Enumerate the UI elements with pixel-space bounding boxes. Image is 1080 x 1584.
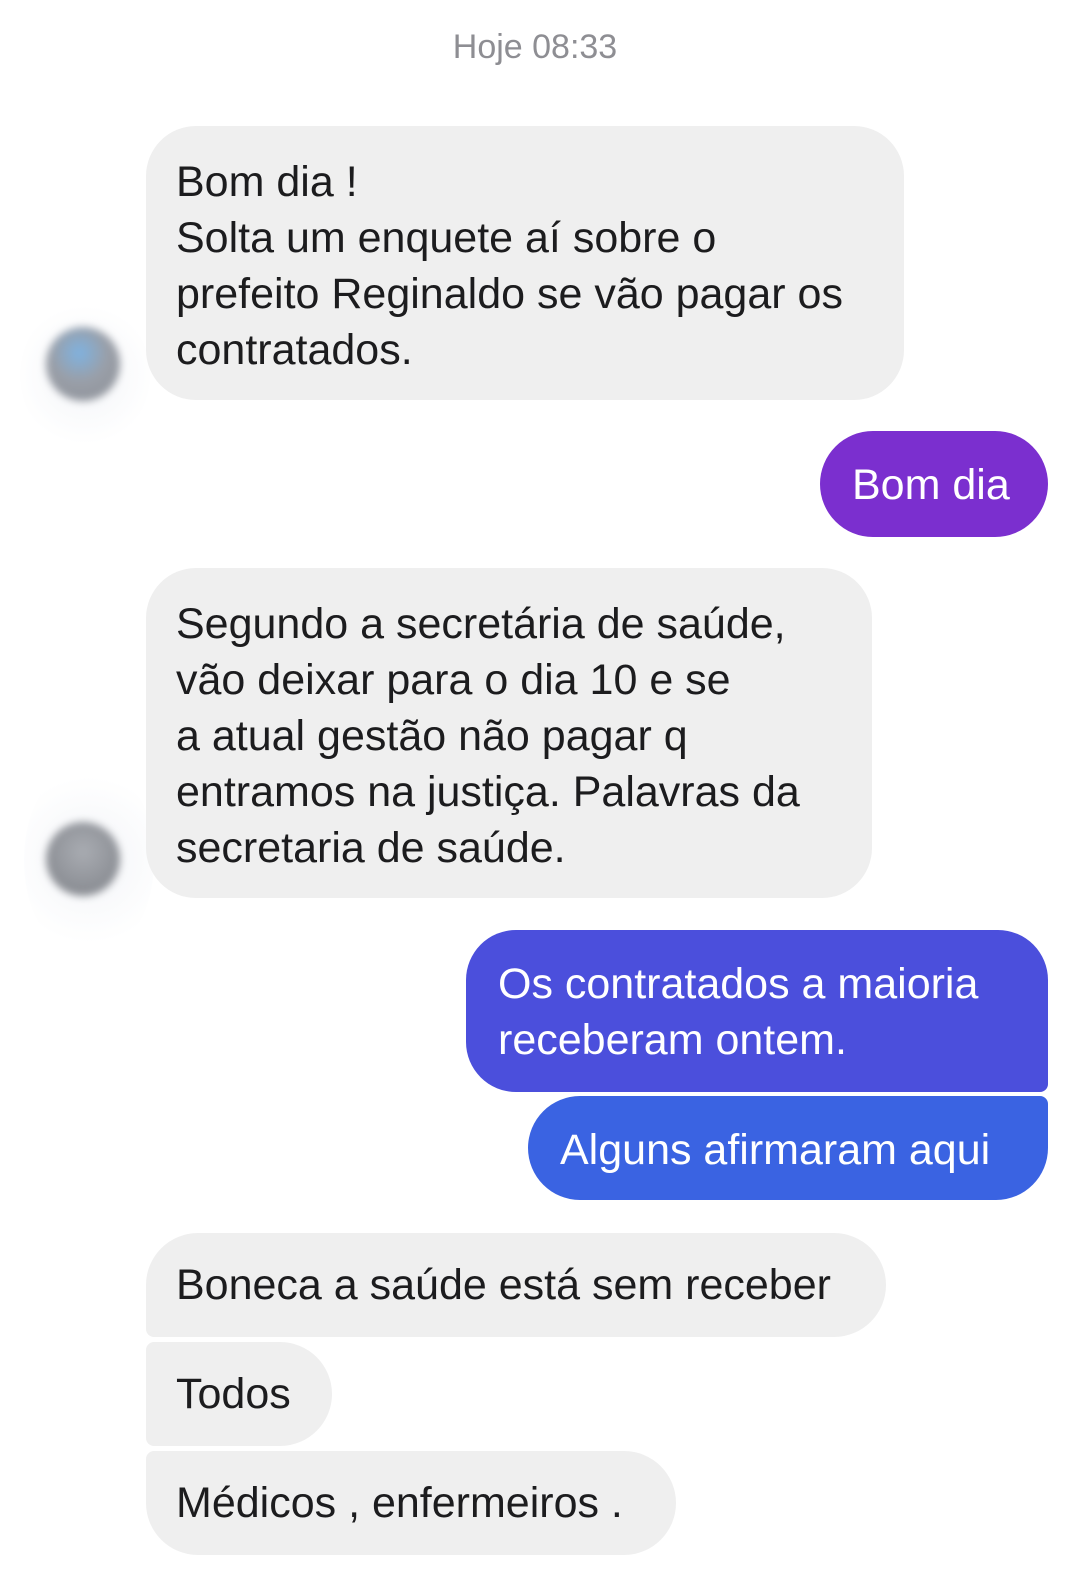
contact-avatar[interactable] <box>46 822 120 896</box>
message-bubble-outgoing[interactable]: Alguns afirmaram aqui <box>528 1096 1048 1200</box>
message-bubble-incoming[interactable]: Todos <box>146 1342 332 1446</box>
chat-timestamp: Hoje 08:33 <box>452 28 618 66</box>
message-bubble-incoming[interactable]: Segundo a secretária de saúde, vão deixa… <box>146 568 872 898</box>
message-bubble-outgoing[interactable]: Os contratados a maioria receberam ontem… <box>466 930 1048 1092</box>
contact-avatar[interactable] <box>46 327 120 401</box>
message-bubble-incoming[interactable]: Boneca a saúde está sem receber <box>146 1233 886 1337</box>
message-bubble-incoming[interactable]: Médicos , enfermeiros . <box>146 1451 676 1555</box>
message-bubble-incoming[interactable]: Bom dia ! Solta um enquete aí sobre o pr… <box>146 126 904 400</box>
message-bubble-outgoing[interactable]: Bom dia <box>820 431 1048 537</box>
